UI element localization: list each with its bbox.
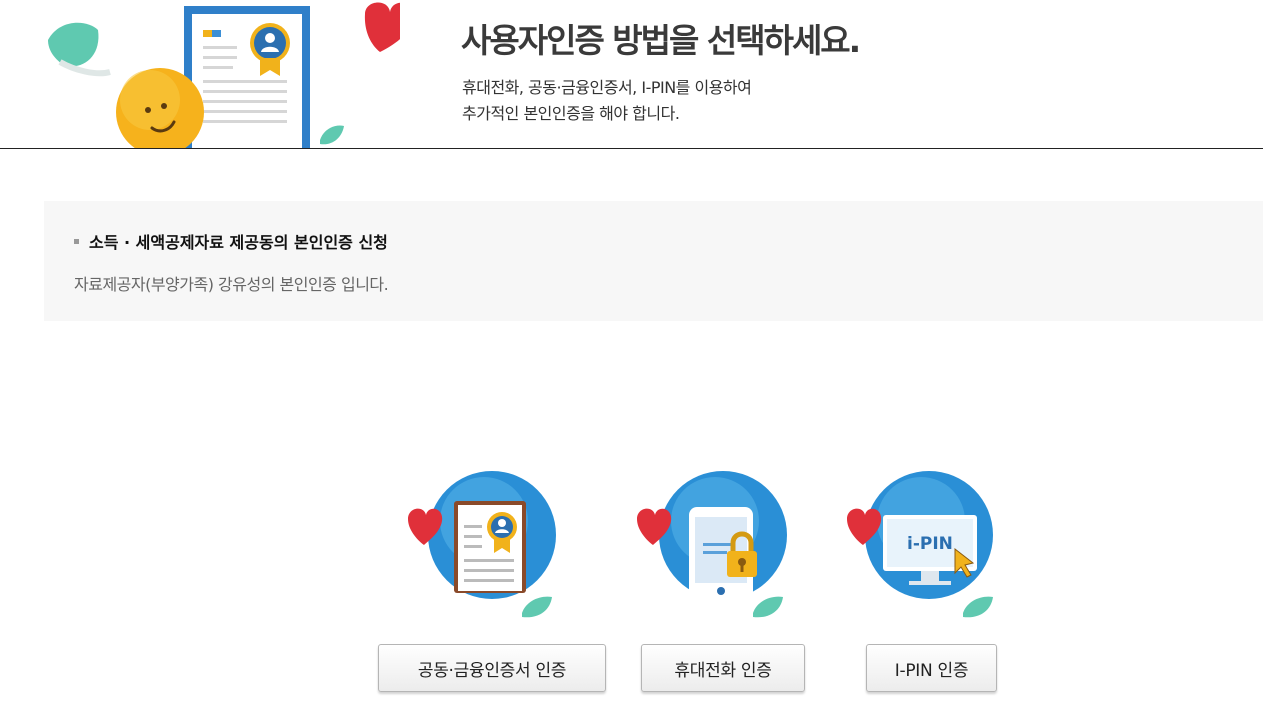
page-description: 휴대전화, 공동·금융인증서, I-PIN를 이용하여 추가적인 본인인증을 해… [462, 75, 752, 127]
notice-title: 소득 · 세액공제자료 제공동의 본인인증 신청 [74, 229, 388, 253]
bullet-icon [74, 239, 79, 244]
certificate-icon[interactable] [402, 465, 562, 630]
page-header: 사용자인증 방법을 선택하세요. 휴대전화, 공동·금융인증서, I-PIN를 … [0, 0, 1263, 149]
description-line: 휴대전화, 공동·금융인증서, I-PIN를 이용하여 [462, 78, 752, 97]
heart-icon [364, 2, 400, 52]
mobile-auth-button[interactable]: 휴대전화 인증 [641, 644, 805, 692]
leaf-icon [48, 22, 111, 77]
notice-box: 소득 · 세액공제자료 제공동의 본인인증 신청 자료제공자(부양가족) 강유성… [44, 201, 1263, 321]
ipin-auth-button[interactable]: I-PIN 인증 [866, 644, 997, 692]
notice-title-text: 소득 · 세액공제자료 제공동의 본인인증 신청 [89, 233, 388, 252]
small-leaf-icon [320, 125, 344, 145]
mobile-lock-icon[interactable] [633, 465, 793, 630]
notice-description: 자료제공자(부양가족) 강유성의 본인인증 입니다. [74, 275, 389, 294]
ipin-monitor-icon[interactable]: i-PIN [843, 465, 1003, 630]
page-title: 사용자인증 방법을 선택하세요. [461, 21, 861, 60]
description-line: 추가적인 본인인증을 해야 합니다. [462, 104, 680, 123]
certificate-document-icon [184, 6, 310, 148]
hero-illustration [48, 2, 400, 148]
ipin-screen-text: i-PIN [907, 534, 953, 554]
certificate-auth-button[interactable]: 공동·금융인증서 인증 [378, 644, 606, 692]
